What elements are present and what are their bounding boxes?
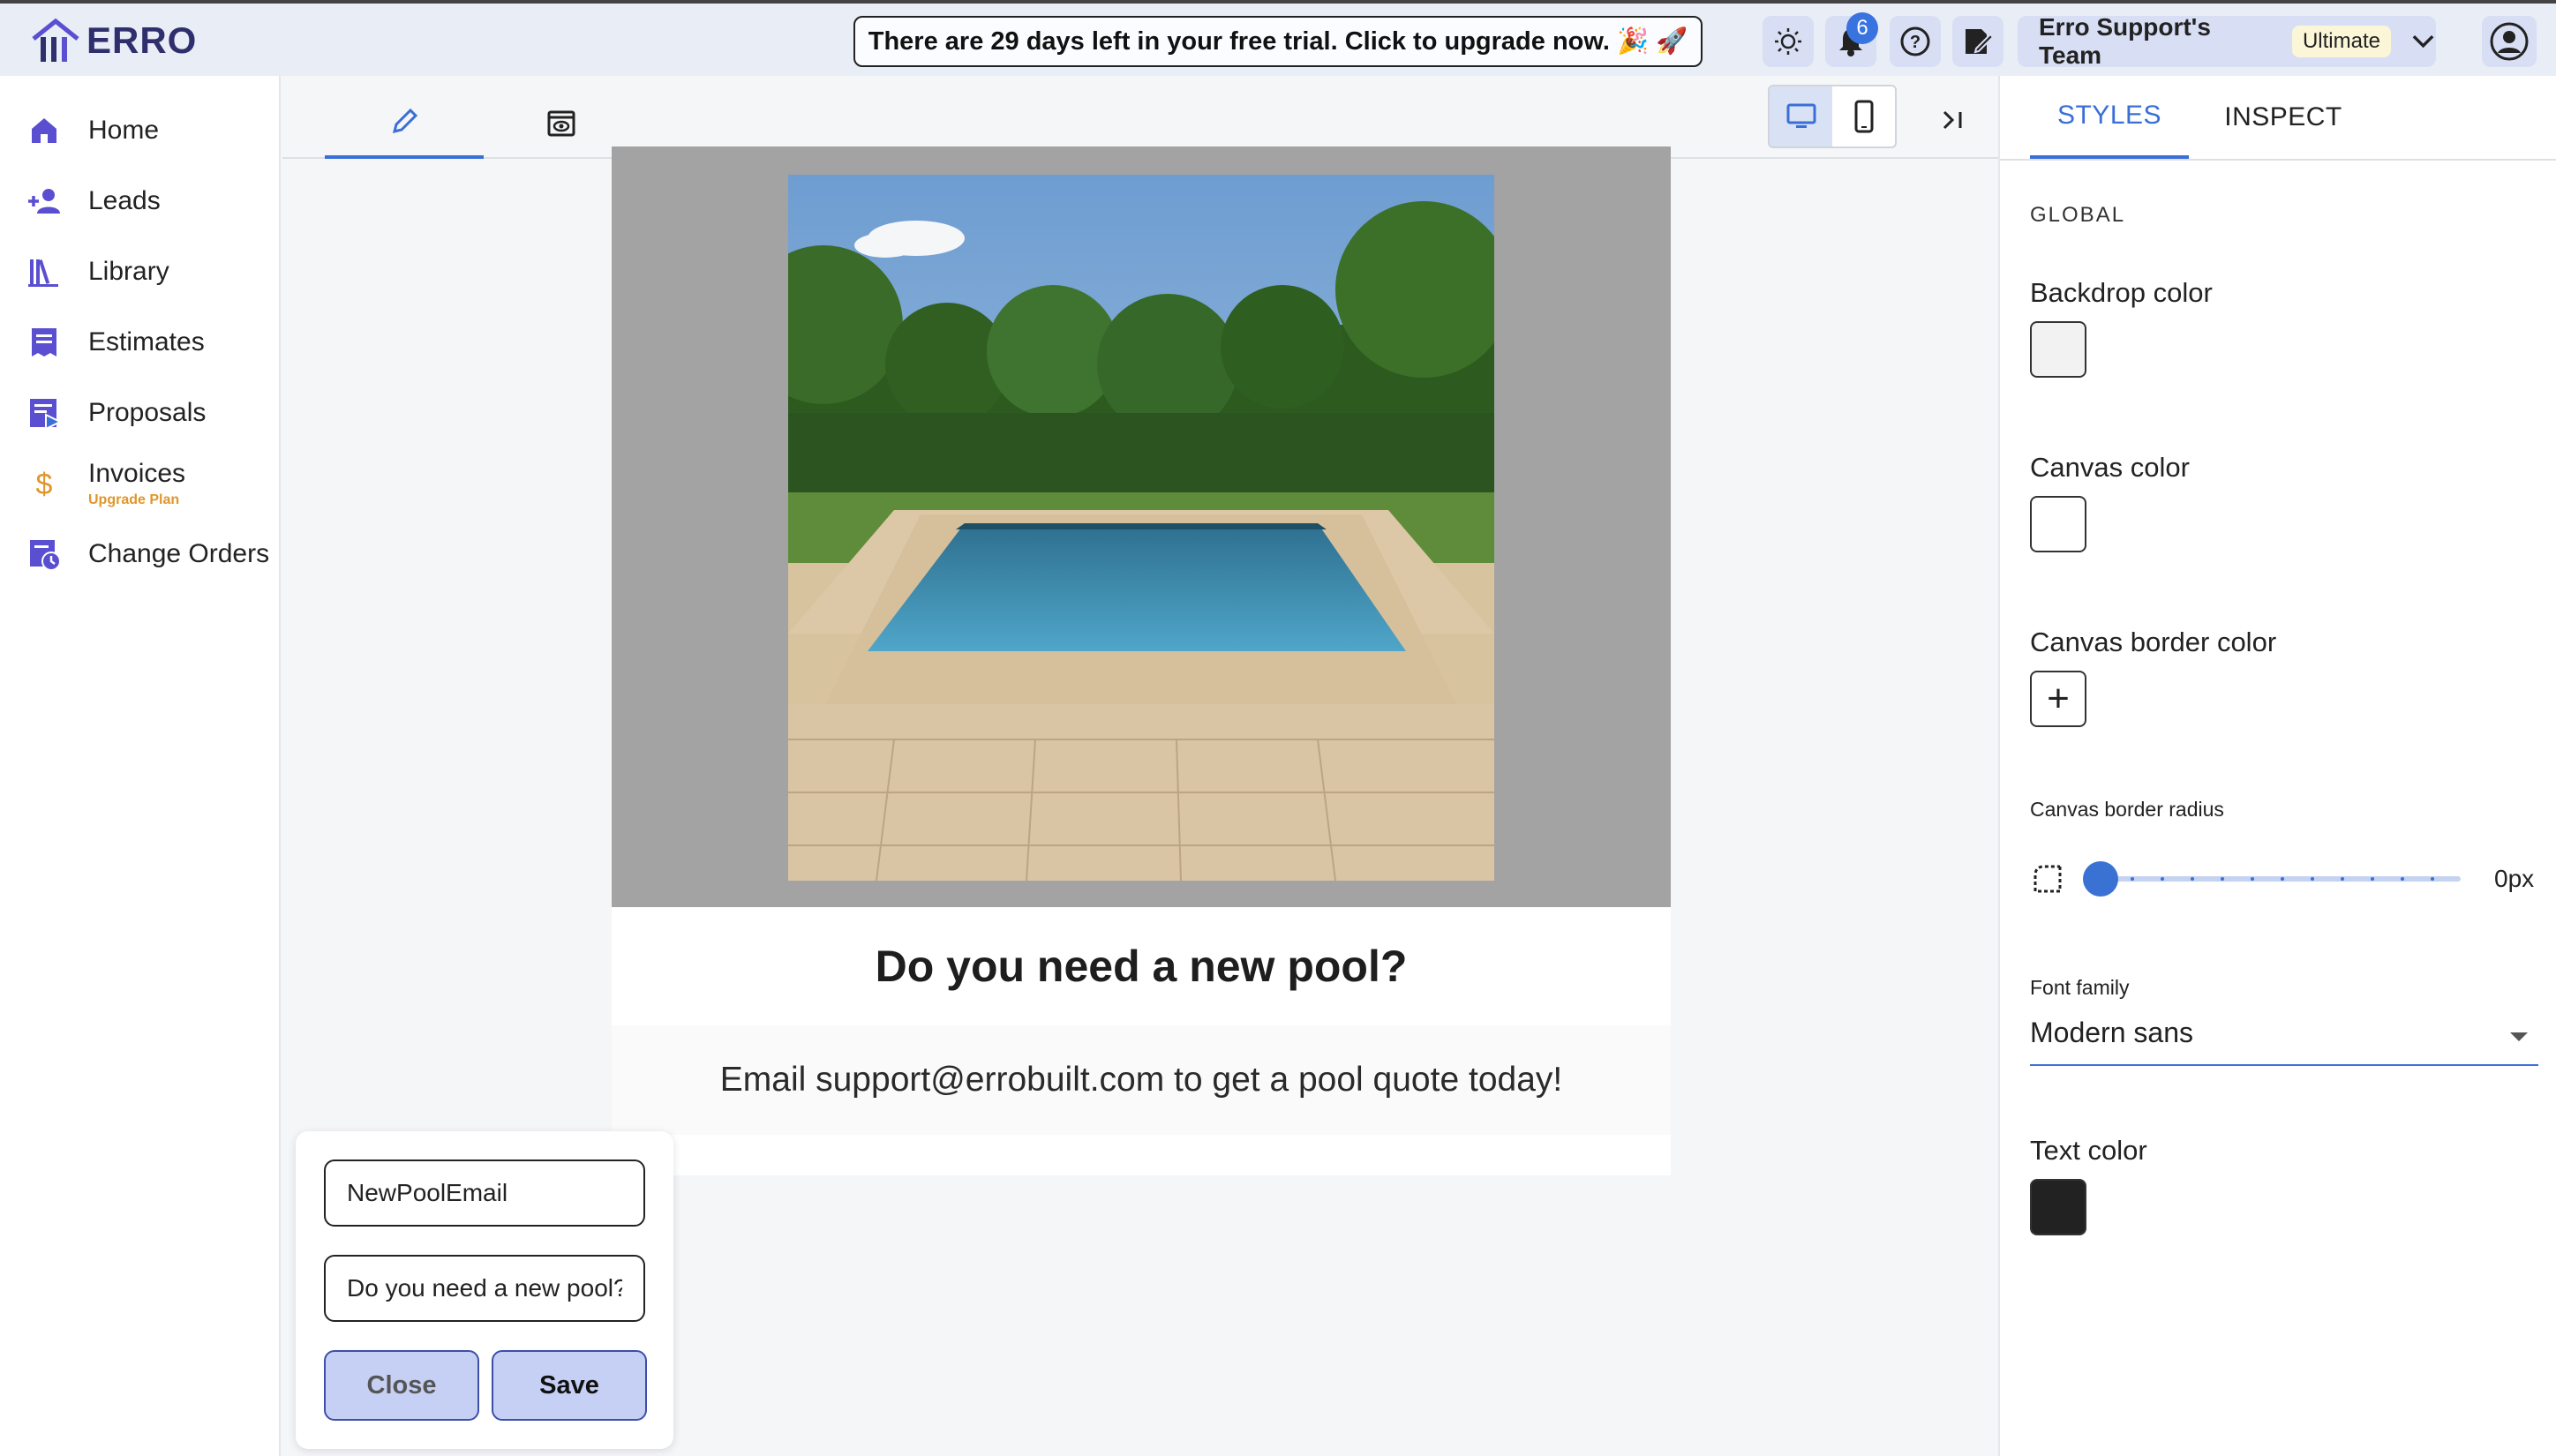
font-family-value: Modern sans [2030, 1017, 2193, 1048]
svg-text:$: $ [36, 468, 53, 501]
mobile-icon [1854, 100, 1873, 133]
sun-icon [1775, 28, 1801, 55]
sidebar-item-proposals[interactable]: Proposals [26, 395, 206, 431]
top-bar: ERRO There are 29 days left in your free… [0, 0, 2556, 76]
sidebar-item-label: Proposals [88, 398, 207, 427]
preview-icon [547, 110, 575, 137]
sidebar-item-label: Leads [88, 186, 161, 215]
sidebar-item-library[interactable]: Library [26, 254, 169, 289]
text-block[interactable]: Do you need a new pool? Email support@er… [612, 907, 1671, 1175]
desktop-icon [1786, 103, 1816, 128]
text-color-swatch[interactable] [2030, 1179, 2086, 1235]
template-name-input[interactable] [324, 1160, 645, 1227]
sidebar-item-home[interactable]: Home [26, 113, 159, 148]
chevron-down-icon [2412, 34, 2434, 49]
canvas-color-swatch[interactable] [2030, 496, 2086, 552]
library-icon [28, 259, 58, 287]
email-body-text[interactable]: Email support@errobuilt.com to get a poo… [612, 1025, 1671, 1135]
email-canvas: Do you need a new pool? Email support@er… [612, 146, 1671, 1175]
plan-badge: Ultimate [2291, 26, 2391, 57]
section-title-global: GLOBAL [2030, 203, 2126, 227]
upgrade-plan-label[interactable]: Upgrade Plan [88, 492, 185, 508]
save-template-popup: Close Save [296, 1131, 673, 1449]
email-heading[interactable]: Do you need a new pool? [612, 907, 1671, 1025]
sidebar-item-label: Estimates [88, 327, 205, 356]
canvas-border-color-label: Canvas border color [2030, 627, 2277, 657]
canvas-color-label: Canvas color [2030, 452, 2190, 483]
border-radius-icon [2034, 865, 2062, 893]
text-color-label: Text color [2030, 1135, 2147, 1166]
home-icon [32, 118, 56, 143]
sidebar-item-leads[interactable]: Leads [26, 184, 161, 219]
logo-text: ERRO [86, 19, 198, 61]
image-block[interactable] [612, 146, 1671, 907]
notification-badge: 6 [1846, 12, 1878, 44]
estimates-icon [32, 328, 56, 356]
dropdown-arrow-icon [2510, 1032, 2528, 1041]
sign-document-button[interactable] [1952, 16, 2003, 67]
save-button[interactable]: Save [492, 1350, 647, 1421]
sidebar-item-change-orders[interactable]: Change Orders [26, 537, 269, 572]
border-radius-slider-thumb[interactable] [2083, 861, 2118, 897]
tab-edit[interactable] [325, 88, 484, 159]
sidebar: Home Leads Library Estimates Proposals $… [0, 76, 281, 1456]
notifications-button[interactable]: 6 [1825, 12, 1878, 67]
plus-icon: + [2047, 677, 2070, 720]
sign-document-icon [1966, 29, 1994, 54]
template-subject-input[interactable] [324, 1255, 645, 1322]
dollar-icon: $ [36, 468, 53, 501]
help-icon: ? [1900, 26, 1930, 56]
help-button[interactable]: ? [1890, 16, 1941, 67]
theme-toggle-button[interactable] [1763, 16, 1814, 67]
font-family-select[interactable]: Modern sans [2030, 1009, 2538, 1066]
mobile-view-button[interactable] [1832, 86, 1895, 146]
svg-text:?: ? [1910, 33, 1921, 52]
pool-image[interactable] [788, 175, 1494, 881]
proposals-icon [30, 399, 62, 431]
desktop-view-button[interactable] [1770, 86, 1832, 146]
tab-styles[interactable]: STYLES [2030, 76, 2189, 159]
add-border-color-button[interactable]: + [2030, 671, 2086, 727]
pencil-icon [392, 108, 418, 134]
change-orders-icon [30, 540, 61, 571]
collapse-panel-button[interactable] [1928, 95, 1981, 145]
user-avatar-icon [2490, 22, 2529, 61]
logo[interactable]: ERRO [30, 14, 197, 67]
backdrop-color-label: Backdrop color [2030, 277, 2213, 308]
canvas-border-radius-label: Canvas border radius [2030, 798, 2224, 821]
pool-photo [788, 175, 1494, 881]
house-logo-icon [32, 18, 79, 62]
sidebar-item-invoices[interactable]: $ Invoices Upgrade Plan [26, 459, 186, 508]
collapse-right-icon [1943, 110, 1962, 130]
sidebar-item-label: Change Orders [88, 539, 270, 568]
border-radius-value: 0px [2494, 865, 2535, 892]
add-person-icon [28, 189, 60, 214]
device-toggle [1768, 85, 1897, 148]
tabs-divider [2000, 159, 2556, 161]
account-button[interactable] [2482, 16, 2537, 67]
sidebar-item-label: Invoices [88, 459, 186, 488]
sidebar-item-estimates[interactable]: Estimates [26, 325, 205, 360]
font-family-label: Font family [2030, 976, 2130, 999]
sidebar-item-label: Home [88, 116, 160, 145]
team-selector[interactable]: Erro Support's Team Ultimate [2018, 13, 2436, 69]
trial-banner[interactable]: There are 29 days left in your free tria… [853, 16, 1703, 67]
styles-panel: STYLES INSPECT GLOBAL Backdrop color Can… [1998, 76, 2556, 1456]
backdrop-color-swatch[interactable] [2030, 321, 2086, 378]
team-name: Erro Support's Team [2039, 13, 2211, 69]
close-button[interactable]: Close [324, 1350, 479, 1421]
border-radius-slider-track[interactable] [2097, 876, 2461, 882]
sidebar-item-label: Library [88, 257, 169, 286]
tab-inspect[interactable]: INSPECT [2217, 76, 2349, 159]
